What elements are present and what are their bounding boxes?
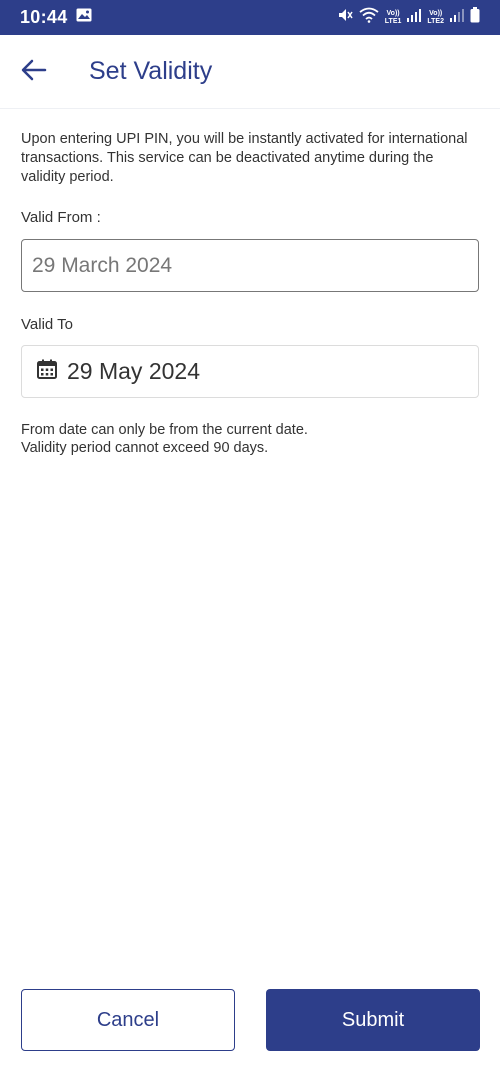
valid-from-value: 29 March 2024: [32, 253, 173, 277]
submit-button[interactable]: Submit: [266, 989, 480, 1051]
status-right: Vo)) LTE1 Vo)) LTE2: [337, 7, 480, 28]
status-time: 10:44: [20, 7, 68, 27]
screen: 10:44 Vo)) LTE1 Vo)) LTE2 Set Validity U…: [0, 0, 500, 1072]
validity-notes: From date can only be from the current d…: [21, 421, 479, 457]
battery-icon: [470, 7, 480, 28]
cancel-button[interactable]: Cancel: [21, 989, 235, 1051]
intro-text: Upon entering UPI PIN, you will be insta…: [21, 131, 468, 185]
valid-from-label: Valid From :: [21, 209, 101, 226]
valid-to-value: 29 May 2024: [67, 358, 200, 384]
status-left: 10:44: [20, 7, 92, 28]
arrow-left-icon: [21, 59, 47, 86]
gallery-notification-icon: [76, 8, 92, 27]
note-line-2: Validity period cannot exceed 90 days.: [21, 440, 269, 456]
valid-from-field[interactable]: 29 March 2024: [21, 239, 479, 292]
sim2-volte: Vo)): [429, 9, 443, 17]
wifi-icon: [359, 7, 379, 28]
sim2-lte: LTE2: [427, 17, 444, 25]
sim1-lte: LTE1: [384, 17, 402, 25]
page-title: Set Validity: [89, 57, 213, 85]
sim2-label: Vo)) LTE2: [427, 10, 444, 26]
valid-to-label: Valid To: [21, 316, 73, 333]
signal-icon-sim2: [450, 8, 464, 27]
signal-icon-sim1: [407, 8, 422, 27]
sim1-volte: Vo)): [386, 9, 400, 17]
status-bar: 10:44 Vo)) LTE1 Vo)) LTE2: [0, 0, 500, 35]
calendar-icon: [37, 359, 57, 384]
note-line-1: From date can only be from the current d…: [21, 422, 308, 438]
valid-to-field[interactable]: 29 May 2024: [21, 345, 479, 398]
sim1-label: Vo)) LTE1: [385, 10, 402, 26]
intro-section: Upon entering UPI PIN, you will be insta…: [21, 130, 479, 187]
mute-icon: [337, 7, 353, 28]
app-bar: Set Validity: [0, 35, 500, 109]
back-button[interactable]: [14, 55, 54, 89]
